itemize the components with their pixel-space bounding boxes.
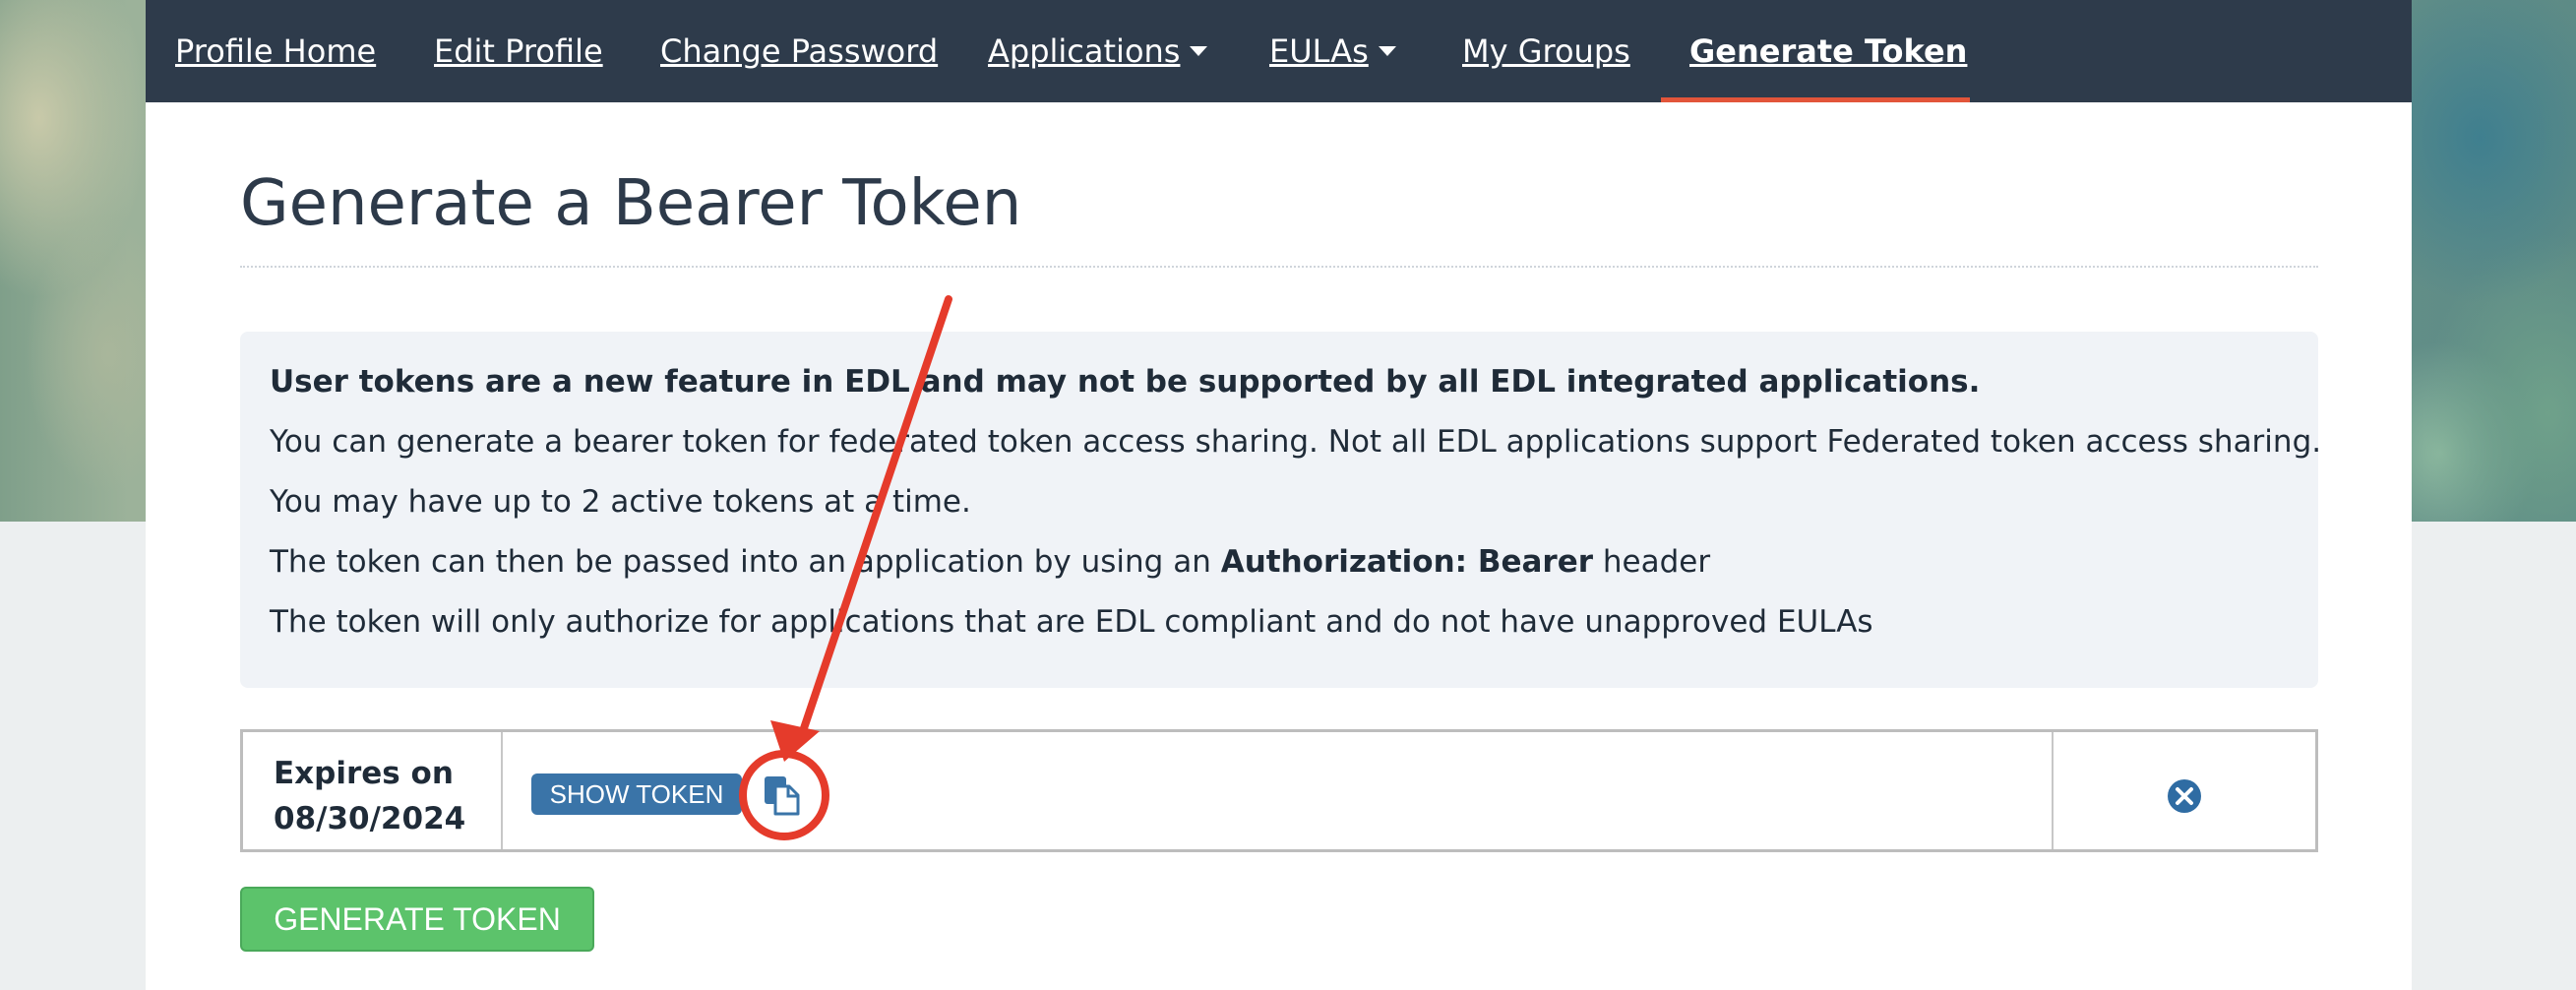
nav-eulas[interactable]: EULAs: [1269, 0, 1396, 102]
authorization-header-name: Authorization: Bearer: [1220, 544, 1594, 580]
nav-profile-home[interactable]: Profile Home: [175, 0, 376, 102]
title-divider: [240, 266, 2318, 268]
info-line-token-limit: You may have up to 2 active tokens at a …: [270, 484, 971, 520]
generate-token-button[interactable]: GENERATE TOKEN: [240, 887, 594, 952]
authorization-suffix: header: [1602, 544, 1711, 580]
authorization-prefix: The token can then be passed into an app…: [270, 544, 1211, 580]
expires-date: 08/30/2024: [274, 801, 466, 836]
info-line-eula: The token will only authorize for applic…: [270, 604, 1873, 640]
caret-down-icon: [1378, 46, 1396, 56]
nav-applications[interactable]: Applications: [988, 0, 1208, 102]
nav-applications-label: Applications: [988, 32, 1181, 70]
remove-circle-icon[interactable]: [2167, 778, 2202, 814]
top-navigation: Profile Home Edit Profile Change Passwor…: [146, 0, 2412, 102]
info-line-federated: You can generate a bearer token for fede…: [270, 424, 2322, 460]
page-title: Generate a Bearer Token: [240, 167, 1022, 240]
nav-eulas-label: EULAs: [1269, 32, 1369, 70]
token-expiry: Expires on 08/30/2024: [274, 751, 465, 841]
show-token-button[interactable]: SHOW TOKEN: [531, 773, 742, 815]
nav-my-groups[interactable]: My Groups: [1462, 0, 1630, 102]
nav-active-indicator: [1661, 97, 1970, 102]
table-divider: [501, 732, 503, 849]
expires-label: Expires on: [274, 756, 454, 791]
copy-icon[interactable]: [762, 773, 801, 817]
caret-down-icon: [1190, 46, 1208, 56]
table-divider: [2052, 732, 2054, 849]
info-line-authorization: The token can then be passed into an app…: [270, 544, 1710, 580]
info-heading: User tokens are a new feature in EDL and…: [270, 364, 1981, 400]
nav-edit-profile[interactable]: Edit Profile: [434, 0, 603, 102]
nav-generate-token[interactable]: Generate Token: [1689, 0, 1967, 102]
nav-change-password[interactable]: Change Password: [660, 0, 938, 102]
